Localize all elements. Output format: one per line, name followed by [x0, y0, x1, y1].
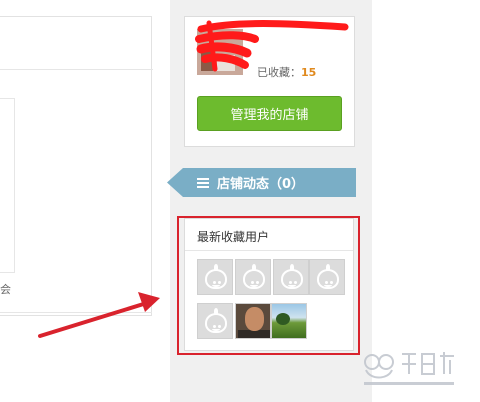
list-icon — [197, 177, 209, 188]
divider — [0, 312, 152, 313]
shop-news-label: 店铺动态（0） — [217, 177, 305, 192]
favorites-label: 已收藏： — [257, 66, 301, 79]
shop-page: 会 已收藏：15 管理我的店铺 店铺动态（0） 最新收藏用户 — [0, 0, 480, 402]
main-content-card — [0, 16, 153, 316]
shop-profile-card: 已收藏：15 管理我的店铺 — [184, 16, 355, 147]
favorites-number: 15 — [301, 66, 317, 79]
left-partial-text: 会 — [0, 283, 11, 296]
favorites-count: 已收藏：15 — [257, 64, 316, 80]
inner-panel — [0, 98, 15, 273]
divider — [0, 69, 153, 70]
shop-news-tab[interactable]: 店铺动态（0） — [167, 168, 356, 197]
baidu-jingyan-watermark — [364, 352, 454, 385]
manage-shop-button[interactable]: 管理我的店铺 — [197, 96, 342, 131]
annotation-highlight-box — [177, 216, 360, 355]
